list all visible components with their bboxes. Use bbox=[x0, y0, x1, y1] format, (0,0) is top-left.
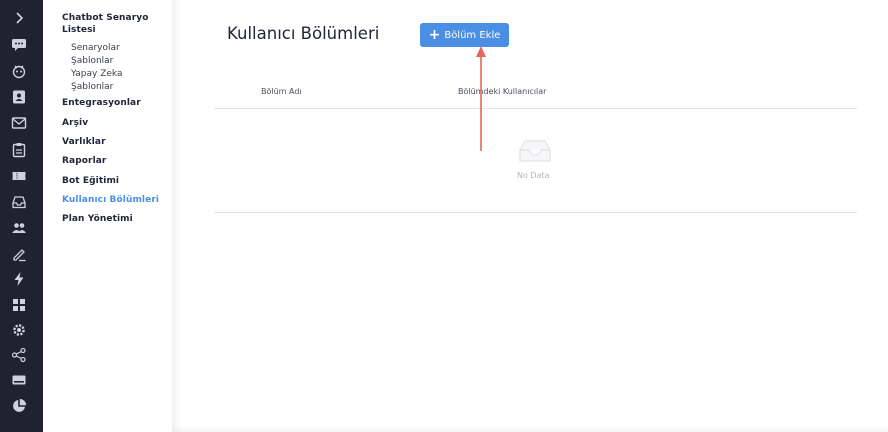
ticket-icon[interactable] bbox=[11, 168, 27, 184]
column-header-department-users: Bölümdeki Kullanıcılar bbox=[458, 87, 547, 96]
plus-icon: + bbox=[428, 27, 441, 43]
sidebar-item-reports[interactable]: Raporlar bbox=[62, 156, 106, 166]
main-content: Kullanıcı Bölümleri + Bölüm Ekle Bölüm A… bbox=[172, 0, 888, 432]
table-bottom-divider bbox=[214, 212, 857, 213]
sidebar-subitem-scenarios[interactable]: Senaryolar bbox=[71, 43, 120, 53]
sidebar-item-user-departments[interactable]: Kullanıcı Bölümleri bbox=[62, 195, 159, 205]
sidebar-subitem-templates[interactable]: Şablonlar bbox=[71, 56, 113, 66]
mail-icon[interactable] bbox=[11, 115, 27, 131]
users-icon[interactable] bbox=[11, 220, 27, 236]
share-icon[interactable] bbox=[11, 347, 27, 363]
secondary-sidebar: Chatbot Senaryo Listesi Senaryolar Şablo… bbox=[43, 0, 172, 432]
empty-inbox-icon bbox=[519, 140, 551, 162]
empty-state-text: No Data bbox=[517, 171, 550, 180]
icon-rail bbox=[0, 0, 43, 432]
table-header-divider bbox=[214, 108, 857, 109]
edit-icon[interactable] bbox=[11, 246, 27, 262]
settings-icon[interactable] bbox=[11, 322, 27, 338]
card-icon[interactable] bbox=[11, 372, 27, 388]
bot-face-icon[interactable] bbox=[11, 63, 27, 79]
inbox-icon[interactable] bbox=[11, 194, 27, 210]
sidebar-subitem-ai[interactable]: Yapay Zeka bbox=[71, 69, 122, 79]
sidebar-item-plan-management[interactable]: Plan Yönetimi bbox=[62, 214, 133, 224]
sidebar-item-archive[interactable]: Arşiv bbox=[62, 118, 88, 128]
clipboard-icon[interactable] bbox=[11, 142, 27, 158]
chat-icon[interactable] bbox=[11, 36, 27, 52]
sidebar-item-integrations[interactable]: Entegrasyonlar bbox=[62, 98, 141, 108]
lightning-icon[interactable] bbox=[11, 271, 27, 287]
annotation-arrow bbox=[476, 46, 486, 151]
sidebar-item-chatbot-scenario-list[interactable]: Chatbot Senaryo Listesi bbox=[62, 13, 149, 35]
chevron-right-icon[interactable] bbox=[11, 10, 27, 26]
sidebar-subitem-ai-templates[interactable]: Şablonlar bbox=[71, 82, 113, 92]
pie-chart-icon[interactable] bbox=[11, 398, 27, 414]
sidebar-shadow bbox=[172, 0, 182, 432]
contact-book-icon[interactable] bbox=[11, 89, 27, 105]
add-department-button-label: Bölüm Ekle bbox=[444, 29, 501, 41]
column-header-department-name: Bölüm Adı bbox=[261, 87, 302, 96]
sidebar-item-label: Listesi bbox=[62, 25, 96, 35]
sidebar-item-bot-training[interactable]: Bot Eğitimi bbox=[62, 176, 119, 186]
sidebar-item-assets[interactable]: Varlıklar bbox=[62, 137, 106, 147]
bottom-shadow bbox=[172, 426, 888, 432]
add-department-button[interactable]: + Bölüm Ekle bbox=[420, 23, 509, 47]
grid-icon[interactable] bbox=[11, 297, 27, 313]
sidebar-item-label: Chatbot Senaryo bbox=[62, 13, 149, 23]
page-title: Kullanıcı Bölümleri bbox=[227, 24, 380, 43]
